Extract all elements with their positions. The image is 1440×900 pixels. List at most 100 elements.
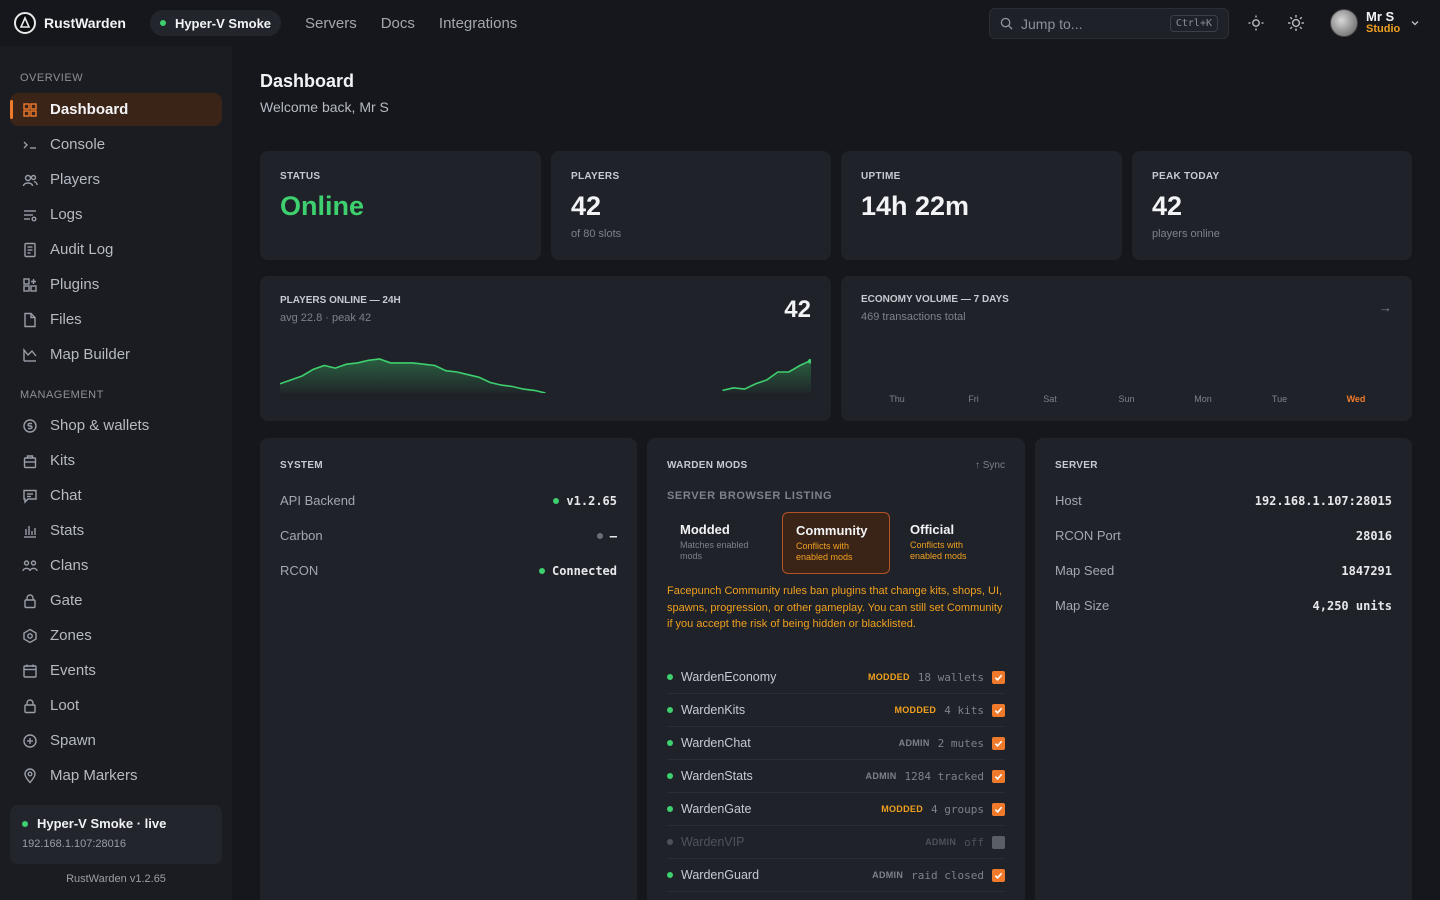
mod-toggle-checkbox[interactable] xyxy=(992,868,1005,882)
lock-icon xyxy=(22,593,38,609)
sidebar-item-label: Kits xyxy=(50,452,76,469)
avatar xyxy=(1330,9,1358,37)
mod-toggle-checkbox[interactable] xyxy=(992,802,1005,816)
mod-status-dot xyxy=(667,740,673,746)
sidebar-item-files[interactable]: Files xyxy=(10,303,222,336)
option-title: Official xyxy=(910,522,955,537)
online-status-dot xyxy=(159,20,166,26)
mod-status-dot xyxy=(667,707,673,713)
sidebar-item-label: Audit Log xyxy=(50,241,114,258)
mod-row-wardeneconomy: WardenEconomy MODDED 18 wallets xyxy=(667,661,1005,694)
sidebar-item-clans[interactable]: Clans xyxy=(10,549,222,582)
mod-row-wardenkits: WardenKits MODDED 4 kits xyxy=(667,694,1005,727)
mod-toggle-checkbox[interactable] xyxy=(992,703,1005,717)
list-icon xyxy=(22,207,38,223)
sidebar-item-zones[interactable]: Zones xyxy=(10,619,222,652)
live-server-card[interactable]: Hyper-V Smoke · live 192.168.1.107:28016 xyxy=(10,805,222,864)
brightness-icon[interactable] xyxy=(1247,14,1265,32)
mod-tag: ADMIN xyxy=(925,837,957,847)
listing-option-community[interactable]: Community Conflicts with enabled mods xyxy=(782,512,890,574)
listing-option-official[interactable]: Official Conflicts with enabled mods xyxy=(897,512,1005,574)
mod-name: WardenGate xyxy=(681,802,752,816)
stat-label: UPTIME xyxy=(861,171,901,182)
mod-toggle-checkbox[interactable] xyxy=(992,736,1005,750)
mod-info: raid closed xyxy=(911,868,984,882)
mod-status-dot xyxy=(667,674,673,680)
row-value: 4,250 units xyxy=(1312,598,1392,613)
sidebar-item-loot[interactable]: Loot xyxy=(10,689,222,722)
nav-servers[interactable]: Servers xyxy=(305,15,357,32)
listing-option-modded[interactable]: Modded Matches enabled mods xyxy=(667,512,775,574)
sidebar-item-players[interactable]: Players xyxy=(10,163,222,196)
theme-toggle-icon[interactable] xyxy=(1287,14,1305,32)
row-key: API Backend xyxy=(280,493,356,508)
search-icon xyxy=(1000,17,1013,30)
row-value: — xyxy=(596,528,617,543)
mod-tag: MODDED xyxy=(881,804,924,814)
sidebar-item-label: Chat xyxy=(50,487,82,504)
system-row: RCON Connected xyxy=(280,563,617,578)
warden-mods-panel: WARDEN MODS ↑ Sync SERVER BROWSER LISTIN… xyxy=(647,438,1025,900)
day-label: Mon xyxy=(1194,394,1212,404)
sidebar-item-chat[interactable]: Chat xyxy=(10,479,222,512)
row-key: RCON xyxy=(280,563,319,578)
day-label: Fri xyxy=(968,394,979,404)
community-warning: Facepunch Community rules ban plugins th… xyxy=(667,585,1003,630)
mod-name: WardenGuard xyxy=(681,868,760,882)
mod-name: WardenEconomy xyxy=(681,670,777,684)
mod-tag: ADMIN xyxy=(898,738,930,748)
sidebar-item-events[interactable]: Events xyxy=(10,654,222,687)
mod-name: WardenChat xyxy=(681,736,751,750)
sidebar-item-console[interactable]: Console xyxy=(10,128,222,161)
stat-label: STATUS xyxy=(280,171,321,182)
section-title-overview: OVERVIEW xyxy=(20,72,84,84)
sidebar-item-stats[interactable]: Stats xyxy=(10,514,222,547)
chart-title: PLAYERS ONLINE — 24H xyxy=(280,295,401,306)
stat-card-uptime: UPTIME 14h 22m xyxy=(841,151,1122,260)
sidebar-item-dashboard[interactable]: Dashboard xyxy=(10,93,222,126)
brand[interactable]: RustWarden xyxy=(14,12,126,34)
grid-icon xyxy=(22,102,38,118)
plus-circle-icon xyxy=(22,733,38,749)
mod-info: off xyxy=(964,835,984,849)
sidebar-item-spawn[interactable]: Spawn xyxy=(10,724,222,757)
sidebar-item-gate[interactable]: Gate xyxy=(10,584,222,617)
mod-toggle-checkbox[interactable] xyxy=(992,769,1005,783)
sidebar-item-logs[interactable]: Logs xyxy=(10,198,222,231)
rustwarden-logo-icon xyxy=(14,12,36,34)
nav-integrations[interactable]: Integrations xyxy=(439,15,517,32)
zone-icon xyxy=(22,628,38,644)
listing-title: SERVER BROWSER LISTING xyxy=(667,490,833,502)
mod-info: 4 kits xyxy=(944,703,984,717)
user-menu[interactable]: Mr S Studio xyxy=(1330,9,1420,37)
jump-search[interactable]: Jump to... Ctrl+K xyxy=(989,8,1229,39)
server-selector[interactable]: Hyper-V Smoke xyxy=(149,10,282,36)
nav-docs[interactable]: Docs xyxy=(381,15,415,32)
sync-button[interactable]: ↑ Sync xyxy=(975,460,1005,471)
sidebar-item-map-builder[interactable]: Map Builder xyxy=(10,338,222,371)
mod-tag: ADMIN xyxy=(865,771,897,781)
mod-toggle-checkbox[interactable] xyxy=(992,835,1005,849)
chart-title: ECONOMY VOLUME — 7 DAYS xyxy=(861,294,1009,305)
user-org: Studio xyxy=(1366,23,1401,35)
sidebar-item-shop-wallets[interactable]: Shop & wallets xyxy=(10,409,222,442)
row-value-text: — xyxy=(609,528,617,543)
players-chart xyxy=(280,358,811,393)
sidebar-item-plugins[interactable]: Plugins xyxy=(10,268,222,301)
mod-toggle-checkbox[interactable] xyxy=(992,670,1005,684)
sidebar-item-audit-log[interactable]: Audit Log xyxy=(10,233,222,266)
sidebar-item-label: Events xyxy=(50,662,96,679)
mod-name: WardenVIP xyxy=(681,835,745,849)
panel-title: SERVER xyxy=(1055,460,1098,471)
stat-value: 42 xyxy=(1152,191,1183,221)
users-icon xyxy=(22,172,38,188)
check-icon xyxy=(994,707,1003,714)
arrow-right-icon[interactable]: → xyxy=(1379,300,1392,315)
live-server-address: 192.168.1.107:28016 xyxy=(22,838,126,850)
sidebar: OVERVIEW Dashboard Console Players Logs Audi… xyxy=(0,46,232,900)
sidebar-item-kits[interactable]: Kits xyxy=(10,444,222,477)
shortcut-hint: Ctrl+K xyxy=(1169,15,1218,32)
server-row: Host 192.168.1.107:28015 xyxy=(1055,493,1392,508)
app-name: RustWarden xyxy=(44,15,126,31)
sidebar-item-map-markers[interactable]: Map Markers xyxy=(10,759,222,792)
